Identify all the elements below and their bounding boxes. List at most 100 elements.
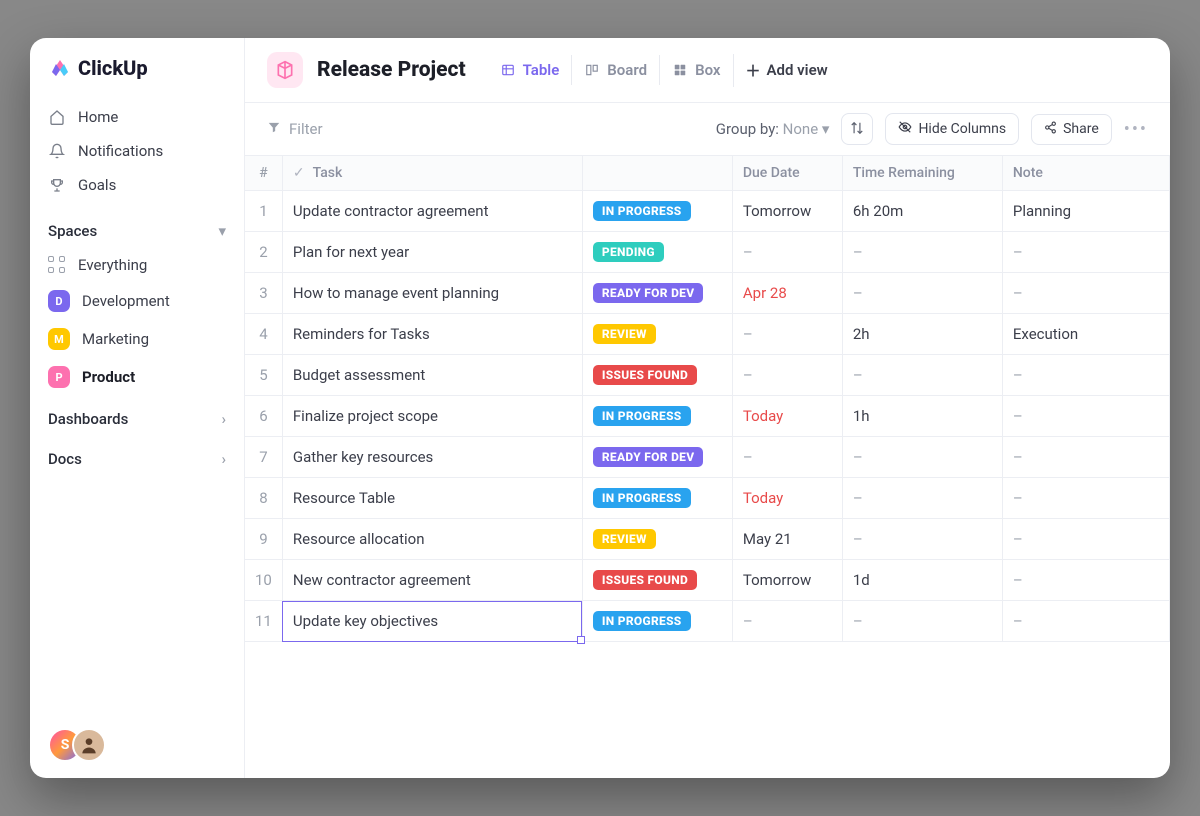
col-header-note[interactable]: Note (1002, 156, 1169, 191)
table-row[interactable]: 5Budget assessmentISSUES FOUND––– (245, 355, 1170, 396)
time-cell[interactable]: – (842, 437, 1002, 478)
due-cell[interactable]: Today (732, 478, 842, 519)
task-cell[interactable]: Budget assessment (282, 355, 582, 396)
due-cell[interactable]: Today (732, 396, 842, 437)
note-cell[interactable]: – (1002, 478, 1169, 519)
time-cell[interactable]: – (842, 232, 1002, 273)
note-cell[interactable]: Planning (1002, 191, 1169, 232)
note-cell[interactable]: – (1002, 355, 1169, 396)
view-tab-box[interactable]: Box (659, 55, 732, 85)
time-cell[interactable]: 6h 20m (842, 191, 1002, 232)
table-row[interactable]: 2Plan for next yearPENDING––– (245, 232, 1170, 273)
due-cell[interactable]: – (732, 437, 842, 478)
view-tab-board[interactable]: Board (571, 55, 659, 85)
status-cell[interactable]: IN PROGRESS (582, 191, 732, 232)
avatar-stack[interactable]: S (48, 728, 106, 762)
time-cell[interactable]: 2h (842, 314, 1002, 355)
nav-notifications[interactable]: Notifications (30, 134, 244, 168)
note-cell[interactable]: – (1002, 519, 1169, 560)
status-cell[interactable]: IN PROGRESS (582, 478, 732, 519)
note-cell[interactable]: – (1002, 560, 1169, 601)
group-by-selector[interactable]: Group by: None ▾ (716, 120, 830, 138)
note-cell[interactable]: – (1002, 601, 1169, 642)
more-menu-button[interactable]: ••• (1124, 119, 1148, 140)
table-row[interactable]: 11Update key objectivesIN PROGRESS––– (245, 601, 1170, 642)
space-marketing[interactable]: M Marketing (30, 320, 244, 358)
task-cell[interactable]: Resource Table (282, 478, 582, 519)
table-row[interactable]: 10New contractor agreementISSUES FOUNDTo… (245, 560, 1170, 601)
task-cell[interactable]: Gather key resources (282, 437, 582, 478)
bell-icon (48, 142, 66, 160)
share-button[interactable]: Share (1031, 114, 1112, 145)
due-cell[interactable]: May 21 (732, 519, 842, 560)
docs-header[interactable]: Docs › (30, 436, 244, 476)
task-cell[interactable]: Plan for next year (282, 232, 582, 273)
task-cell[interactable]: New contractor agreement (282, 560, 582, 601)
status-cell[interactable]: ISSUES FOUND (582, 560, 732, 601)
status-cell[interactable]: REVIEW (582, 519, 732, 560)
time-cell[interactable]: 1h (842, 396, 1002, 437)
table-row[interactable]: 6Finalize project scopeIN PROGRESSToday1… (245, 396, 1170, 437)
sort-button[interactable] (841, 113, 873, 145)
table-row[interactable]: 3How to manage event planningREADY FOR D… (245, 273, 1170, 314)
filter-icon (267, 120, 281, 138)
due-cell[interactable]: Tomorrow (732, 560, 842, 601)
task-cell[interactable]: Resource allocation (282, 519, 582, 560)
table-row[interactable]: 9Resource allocationREVIEWMay 21–– (245, 519, 1170, 560)
space-development[interactable]: D Development (30, 282, 244, 320)
note-cell[interactable]: Execution (1002, 314, 1169, 355)
nav-home[interactable]: Home (30, 100, 244, 134)
status-pill: PENDING (593, 242, 664, 262)
status-cell[interactable]: PENDING (582, 232, 732, 273)
time-cell[interactable]: – (842, 355, 1002, 396)
status-cell[interactable]: READY FOR DEV (582, 273, 732, 314)
note-cell[interactable]: – (1002, 273, 1169, 314)
nav-label: Home (78, 108, 118, 126)
note-cell[interactable]: – (1002, 437, 1169, 478)
due-cell[interactable]: – (732, 355, 842, 396)
time-cell[interactable]: – (842, 478, 1002, 519)
logo[interactable]: ClickUp (30, 52, 244, 94)
task-cell[interactable]: How to manage event planning (282, 273, 582, 314)
note-cell[interactable]: – (1002, 232, 1169, 273)
table-row[interactable]: 4Reminders for TasksREVIEW–2hExecution (245, 314, 1170, 355)
hide-columns-button[interactable]: Hide Columns (885, 113, 1019, 145)
due-cell[interactable]: – (732, 601, 842, 642)
status-cell[interactable]: READY FOR DEV (582, 437, 732, 478)
col-header-time[interactable]: Time Remaining (842, 156, 1002, 191)
table-row[interactable]: 7Gather key resourcesREADY FOR DEV––– (245, 437, 1170, 478)
spaces-header[interactable]: Spaces ▾ (30, 208, 244, 248)
status-cell[interactable]: IN PROGRESS (582, 601, 732, 642)
time-cell[interactable]: 1d (842, 560, 1002, 601)
task-cell[interactable]: Finalize project scope (282, 396, 582, 437)
col-header-task[interactable]: ✓ Task (282, 156, 582, 191)
time-cell[interactable]: – (842, 601, 1002, 642)
view-tabs: Table Board Box ＋ Add view (488, 54, 840, 87)
status-cell[interactable]: ISSUES FOUND (582, 355, 732, 396)
add-view-button[interactable]: ＋ Add view (733, 54, 840, 87)
view-tab-table[interactable]: Table (488, 55, 572, 85)
time-cell[interactable]: – (842, 519, 1002, 560)
due-cell[interactable]: – (732, 314, 842, 355)
nav-goals[interactable]: Goals (30, 168, 244, 202)
space-badge: P (48, 366, 70, 388)
due-cell[interactable]: – (732, 232, 842, 273)
table-row[interactable]: 8Resource TableIN PROGRESSToday–– (245, 478, 1170, 519)
due-cell[interactable]: Apr 28 (732, 273, 842, 314)
table-row[interactable]: 1Update contractor agreementIN PROGRESST… (245, 191, 1170, 232)
note-cell[interactable]: – (1002, 396, 1169, 437)
task-cell[interactable]: Reminders for Tasks (282, 314, 582, 355)
dashboards-header[interactable]: Dashboards › (30, 396, 244, 436)
time-cell[interactable]: – (842, 273, 1002, 314)
everything-item[interactable]: Everything (30, 248, 244, 282)
status-cell[interactable]: IN PROGRESS (582, 396, 732, 437)
col-header-due[interactable]: Due Date (732, 156, 842, 191)
filter-button[interactable]: Filter (267, 120, 323, 138)
task-cell[interactable]: Update key objectives (282, 601, 582, 642)
col-header-status[interactable] (582, 156, 732, 191)
status-cell[interactable]: REVIEW (582, 314, 732, 355)
task-cell[interactable]: Update contractor agreement (282, 191, 582, 232)
col-header-row[interactable]: # (245, 156, 282, 191)
space-product[interactable]: P Product (30, 358, 244, 396)
due-cell[interactable]: Tomorrow (732, 191, 842, 232)
